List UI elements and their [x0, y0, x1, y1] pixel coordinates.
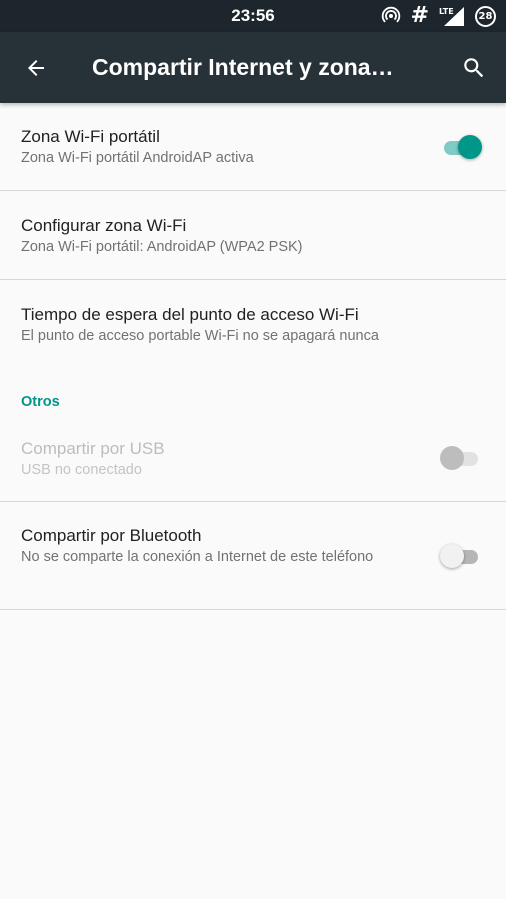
- usb-switch-thumb: [440, 446, 464, 470]
- timeout-summary-2: El punto de acceso portable Wi-Fi no se …: [21, 328, 379, 344]
- toolbar: Compartir Internet y zona…: [0, 32, 506, 103]
- bluetooth-switch[interactable]: [440, 544, 482, 568]
- hotspot-text: Zona Wi-Fi portátil Zona Wi-Fi portátil …: [21, 126, 411, 168]
- search-button[interactable]: [458, 52, 490, 84]
- hotspot-summary: Zona Wi-Fi portátil AndroidAP activa: [21, 150, 254, 166]
- bluetooth-text: Compartir por Bluetooth No se comparte l…: [21, 525, 381, 567]
- usb-switch: [440, 446, 482, 470]
- arrow-back-icon: [28, 60, 44, 76]
- timeout-title-2: Tiempo de espera del punto de acceso Wi-…: [21, 305, 359, 324]
- configure-summary: Zona Wi-Fi portátil: AndroidAP (WPA2 PSK…: [21, 239, 303, 255]
- lte-signal-icon: LTE: [439, 6, 465, 26]
- usb-text: Compartir por USB USB no conectado: [21, 438, 411, 480]
- bluetooth-switch-thumb: [440, 544, 464, 568]
- page-title: Compartir Internet y zona…: [92, 54, 394, 80]
- usb-summary: USB no conectado: [21, 462, 142, 478]
- usb-title: Compartir por USB: [21, 439, 165, 458]
- hotspot-switch-thumb: [458, 135, 482, 159]
- hotspot-title: Zona Wi-Fi portátil: [21, 127, 160, 146]
- bluetooth-tethering-row[interactable]: Compartir por Bluetooth No se comparte l…: [0, 503, 506, 610]
- hotspot-switch[interactable]: [442, 135, 482, 159]
- hotspot-row[interactable]: Zona Wi-Fi portátil Zona Wi-Fi portátil …: [0, 103, 506, 191]
- configure-title: Configurar zona Wi-Fi: [21, 216, 187, 235]
- category-header-other: Otros: [21, 394, 60, 410]
- bluetooth-title: Compartir por Bluetooth: [21, 526, 202, 545]
- configure-hotspot-content[interactable]: Configurar zona Wi-Fi Zona Wi-Fi portáti…: [0, 192, 506, 280]
- usb-tethering-row: Compartir por USB USB no conectado: [0, 424, 506, 502]
- bluetooth-summary: No se comparte la conexión a Internet de…: [21, 549, 374, 565]
- timeout-content[interactable]: Tiempo de espera del punto de acceso Wi-…: [0, 281, 506, 370]
- status-bar: 23:56 # LTE 28: [0, 0, 506, 32]
- battery-icon: 28: [475, 5, 496, 27]
- hash-icon: #: [410, 3, 429, 28]
- hotspot-icon: [381, 6, 401, 26]
- search-icon: [464, 58, 484, 78]
- lte-label: LTE: [439, 7, 454, 16]
- back-button[interactable]: [20, 52, 52, 84]
- status-icons: # LTE 28: [381, 4, 496, 28]
